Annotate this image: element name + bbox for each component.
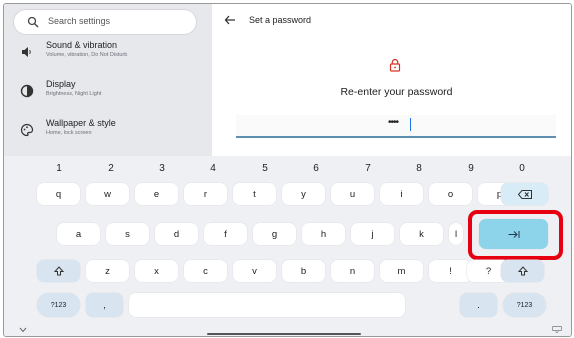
key-d[interactable]: d bbox=[155, 223, 198, 245]
key-x[interactable]: x bbox=[135, 260, 178, 282]
key-z[interactable]: z bbox=[86, 260, 129, 282]
settings-item-title: Wallpaper & style bbox=[46, 118, 116, 128]
settings-panel: Search settings Sound & vibration Volume… bbox=[4, 4, 212, 156]
password-masked-value: •••• bbox=[388, 117, 399, 128]
search-bar[interactable]: Search settings bbox=[14, 10, 196, 34]
key-8[interactable]: 8 bbox=[409, 163, 429, 174]
key-q[interactable]: q bbox=[37, 183, 80, 205]
key-m[interactable]: m bbox=[380, 260, 423, 282]
key-c[interactable]: c bbox=[184, 260, 227, 282]
key-y[interactable]: y bbox=[282, 183, 325, 205]
highlight-box bbox=[468, 210, 563, 260]
key-u[interactable]: u bbox=[331, 183, 374, 205]
key-i[interactable]: i bbox=[380, 183, 423, 205]
settings-item-title: Display bbox=[46, 79, 76, 89]
settings-item-subtitle: Home, lock screen bbox=[46, 130, 92, 136]
search-icon bbox=[27, 16, 39, 28]
settings-item-sound[interactable]: Sound & vibration Volume, vibration, Do … bbox=[4, 37, 212, 67]
key-4[interactable]: 4 bbox=[203, 163, 223, 174]
back-arrow-icon[interactable] bbox=[223, 13, 237, 27]
key-exclamation[interactable]: ! bbox=[429, 260, 472, 282]
settings-item-subtitle: Volume, vibration, Do Not Disturb bbox=[46, 52, 128, 58]
on-screen-keyboard: 1 2 3 4 5 6 7 8 9 0 q w e r t y u i o p … bbox=[4, 156, 571, 336]
page-title: Set a password bbox=[249, 15, 312, 25]
key-9[interactable]: 9 bbox=[461, 163, 481, 174]
settings-item-wallpaper[interactable]: Wallpaper & style Home, lock screen bbox=[4, 115, 212, 145]
key-t[interactable]: t bbox=[233, 183, 276, 205]
key-e[interactable]: e bbox=[135, 183, 178, 205]
shift-icon bbox=[517, 266, 528, 276]
key-f[interactable]: f bbox=[204, 223, 247, 245]
settings-item-title: Sound & vibration bbox=[46, 40, 118, 50]
key-3[interactable]: 3 bbox=[152, 163, 172, 174]
speaker-icon bbox=[22, 47, 31, 57]
key-7[interactable]: 7 bbox=[358, 163, 378, 174]
symbols-key-right[interactable]: ?123 bbox=[503, 293, 546, 317]
key-l[interactable]: l bbox=[449, 223, 463, 245]
key-o[interactable]: o bbox=[429, 183, 472, 205]
key-6[interactable]: 6 bbox=[306, 163, 326, 174]
key-5[interactable]: 5 bbox=[255, 163, 275, 174]
lock-icon bbox=[389, 58, 401, 72]
screen: Search settings Sound & vibration Volume… bbox=[3, 3, 572, 337]
chevron-down-icon[interactable] bbox=[19, 327, 27, 333]
search-placeholder: Search settings bbox=[48, 16, 111, 26]
password-panel: Set a password Re-enter your password ••… bbox=[212, 4, 571, 156]
key-1[interactable]: 1 bbox=[49, 163, 69, 174]
settings-item-display[interactable]: Display Brightness, Night Light bbox=[4, 76, 212, 106]
key-b[interactable]: b bbox=[282, 260, 325, 282]
key-j[interactable]: j bbox=[351, 223, 394, 245]
key-a[interactable]: a bbox=[57, 223, 100, 245]
key-k[interactable]: k bbox=[400, 223, 443, 245]
symbols-key-left[interactable]: ?123 bbox=[37, 293, 80, 317]
shift-key-right[interactable] bbox=[501, 260, 544, 282]
keyboard-switch-icon[interactable] bbox=[552, 326, 562, 333]
key-g[interactable]: g bbox=[253, 223, 296, 245]
period-key[interactable]: . bbox=[460, 293, 497, 317]
key-v[interactable]: v bbox=[233, 260, 276, 282]
brightness-icon bbox=[20, 84, 34, 98]
key-2[interactable]: 2 bbox=[101, 163, 121, 174]
password-prompt: Re-enter your password bbox=[340, 86, 453, 98]
backspace-icon bbox=[517, 189, 532, 199]
space-key[interactable] bbox=[129, 293, 405, 317]
key-s[interactable]: s bbox=[106, 223, 149, 245]
settings-item-subtitle: Brightness, Night Light bbox=[46, 91, 102, 97]
palette-icon bbox=[20, 123, 34, 137]
key-0[interactable]: 0 bbox=[512, 163, 532, 174]
password-field[interactable]: •••• bbox=[236, 115, 556, 138]
shift-key-left[interactable] bbox=[37, 260, 80, 282]
key-n[interactable]: n bbox=[331, 260, 374, 282]
shift-icon bbox=[53, 266, 64, 276]
key-w[interactable]: w bbox=[86, 183, 129, 205]
key-h[interactable]: h bbox=[302, 223, 345, 245]
navigation-handle[interactable] bbox=[207, 333, 361, 335]
comma-key[interactable]: , bbox=[86, 293, 123, 317]
text-cursor bbox=[410, 118, 411, 131]
backspace-key[interactable] bbox=[501, 183, 548, 205]
key-r[interactable]: r bbox=[184, 183, 227, 205]
